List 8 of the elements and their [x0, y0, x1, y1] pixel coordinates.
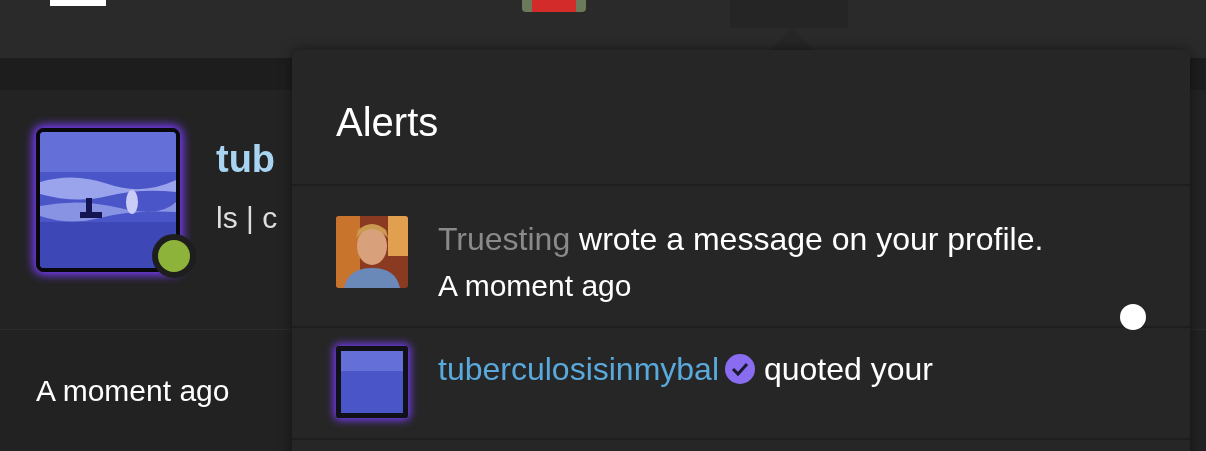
alert-text[interactable]: tuberculosisinmybal quoted your — [438, 346, 1048, 392]
profile-name[interactable]: tub — [216, 138, 278, 181]
alert-text[interactable]: Truesting wrote a message on your profile. — [438, 216, 1048, 262]
profile-status: ls | c — [216, 201, 278, 235]
panel-title: Alerts — [292, 50, 1190, 186]
logo-icon[interactable] — [50, 0, 106, 6]
alert-time: A moment ago — [438, 268, 633, 304]
post-time: A moment ago — [36, 374, 230, 407]
